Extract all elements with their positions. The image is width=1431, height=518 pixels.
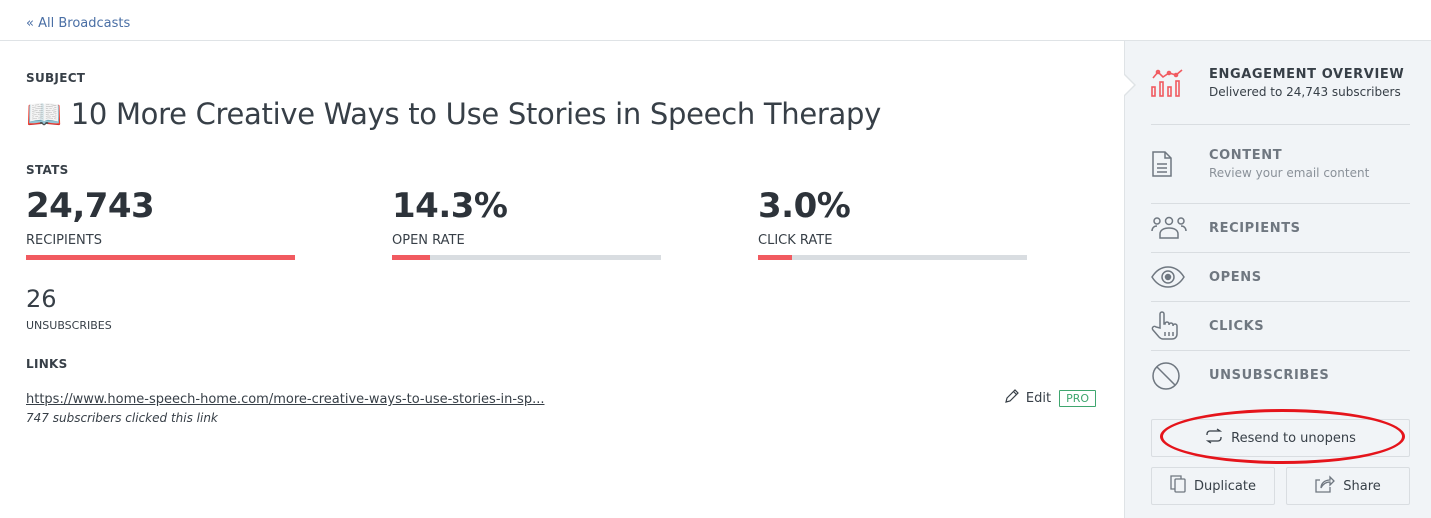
resend-to-unopens-button[interactable]: Resend to unopens — [1151, 419, 1410, 457]
stat-click-rate: 3.0% CLICK RATE — [758, 185, 1027, 260]
unsubscribes-label: UNSUBSCRIBES — [26, 319, 112, 332]
stat-unsubscribes: 26 UNSUBSCRIBES — [26, 284, 112, 332]
share-label: Share — [1343, 478, 1381, 494]
eye-icon — [1151, 266, 1209, 288]
progress-bar — [758, 255, 1027, 260]
progress-fill — [26, 255, 295, 260]
duplicate-label: Duplicate — [1194, 478, 1256, 494]
sidebar-item-recipients[interactable]: RECIPIENTS — [1151, 204, 1410, 253]
progress-bar — [392, 255, 661, 260]
link-item: https://www.home-speech-home.com/more-cr… — [26, 388, 1096, 425]
resend-icon — [1205, 428, 1223, 448]
document-icon — [1151, 150, 1209, 178]
pointer-hand-icon — [1151, 311, 1209, 341]
nav-title: RECIPIENTS — [1209, 220, 1301, 236]
main-content: SUBJECT 📖 10 More Creative Ways to Use S… — [0, 41, 1124, 518]
nav-title: OPENS — [1209, 269, 1262, 285]
progress-bar — [26, 255, 295, 260]
link-url[interactable]: https://www.home-speech-home.com/more-cr… — [26, 392, 544, 407]
resend-label: Resend to unopens — [1231, 430, 1356, 446]
stat-name: OPEN RATE — [392, 233, 465, 248]
unsubscribes-value: 26 — [26, 285, 57, 313]
stat-name: RECIPIENTS — [26, 233, 102, 248]
stat-value: 24,743 — [26, 186, 155, 226]
nav-subtitle: Review your email content — [1209, 166, 1370, 180]
share-icon — [1315, 475, 1336, 497]
people-icon — [1151, 216, 1209, 240]
nav-title: CLICKS — [1209, 318, 1265, 334]
stat-open-rate: 14.3% OPEN RATE — [392, 185, 661, 260]
book-emoji-icon: 📖 — [26, 97, 62, 131]
nav-title: ENGAGEMENT OVERVIEW — [1209, 66, 1405, 82]
stat-recipients: 24,743 RECIPIENTS — [26, 185, 295, 260]
stat-name: CLICK RATE — [758, 233, 833, 248]
share-button[interactable]: Share — [1286, 467, 1410, 505]
active-notch-fill — [1124, 75, 1134, 95]
edit-label: Edit — [1025, 390, 1052, 406]
subject-title: 10 More Creative Ways to Use Stories in … — [70, 97, 882, 131]
pencil-icon — [1004, 388, 1020, 408]
top-bar: « All Broadcasts — [0, 0, 1431, 41]
chart-icon — [1151, 68, 1209, 98]
sidebar-item-engagement-overview[interactable]: ENGAGEMENT OVERVIEW Delivered to 24,743 … — [1151, 41, 1410, 125]
ban-icon — [1151, 361, 1209, 391]
stats-label: STATS — [26, 163, 69, 177]
stat-value: 3.0% — [758, 186, 851, 226]
pro-badge: PRO — [1059, 389, 1096, 407]
duplicate-button[interactable]: Duplicate — [1151, 467, 1275, 505]
nav-subtitle: Delivered to 24,743 subscribers — [1209, 84, 1401, 99]
progress-fill — [392, 255, 431, 260]
subject-label: SUBJECT — [26, 71, 86, 85]
edit-link-button[interactable]: Edit — [1004, 388, 1051, 408]
all-broadcasts-link[interactable]: « All Broadcasts — [26, 16, 130, 31]
nav-title: CONTENT — [1209, 148, 1283, 163]
sidebar-item-opens[interactable]: OPENS — [1151, 253, 1410, 302]
link-click-count: 747 subscribers clicked this link — [26, 411, 218, 425]
sidebar-item-unsubscribes[interactable]: UNSUBSCRIBES — [1151, 351, 1410, 400]
stat-value: 14.3% — [392, 186, 508, 226]
progress-fill — [758, 255, 792, 260]
sidebar: ENGAGEMENT OVERVIEW Delivered to 24,743 … — [1124, 41, 1431, 518]
page-title: 📖 10 More Creative Ways to Use Stories i… — [26, 97, 881, 132]
nav-title: UNSUBSCRIBES — [1209, 368, 1330, 383]
sidebar-item-clicks[interactable]: CLICKS — [1151, 302, 1410, 351]
sidebar-item-content[interactable]: CONTENT Review your email content — [1151, 125, 1410, 204]
link-actions: Edit PRO — [1004, 388, 1096, 408]
sidebar-nav: ENGAGEMENT OVERVIEW Delivered to 24,743 … — [1151, 41, 1410, 400]
copy-icon — [1170, 475, 1186, 497]
links-label: LINKS — [26, 357, 68, 371]
